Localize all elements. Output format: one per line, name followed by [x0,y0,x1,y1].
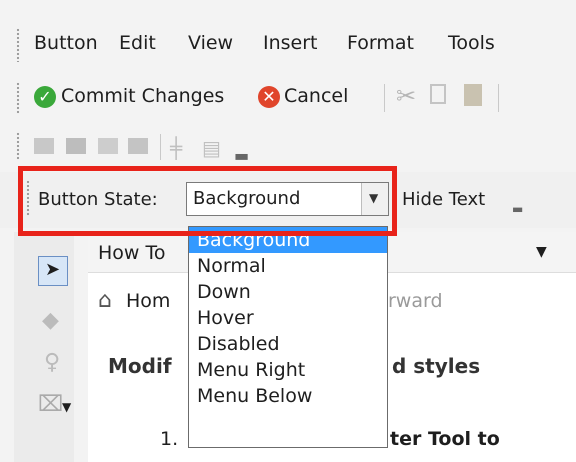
send-back-icon[interactable] [66,138,86,154]
home-link[interactable]: Hom [126,290,170,312]
standard-toolbar: ✓ Commit Changes ✕ Cancel ✂ [0,72,576,124]
menu-edit[interactable]: Edit [119,32,156,54]
fill-tool[interactable]: ◆ [38,308,68,338]
align-center-icon[interactable]: ╪ [170,136,182,160]
pointer-tool[interactable]: ➤ [38,256,68,286]
topic-combo-text: How To [98,242,166,264]
option-menu-below[interactable]: Menu Below [189,383,387,409]
toolbar-grip[interactable] [16,132,20,160]
cut-icon[interactable]: ✂ [396,82,416,110]
menu-view[interactable]: View [188,32,233,54]
lightbulb-icon: ♀ [44,350,61,375]
lightbulb-tool[interactable]: ♀ [38,350,68,380]
align-middle-icon[interactable]: ▤ [202,136,221,160]
cancel-button[interactable]: Cancel [284,85,348,107]
option-menu-right[interactable]: Menu Right [189,357,387,383]
menu-bar: Button Edit View Insert Format Tools [0,18,576,70]
option-hover[interactable]: Hover [189,305,387,331]
copy-icon[interactable] [430,84,446,104]
option-normal[interactable]: Normal [189,253,387,279]
list-number: 1. [160,428,179,450]
chevron-down-icon[interactable]: ▼ [536,244,547,260]
toolbar-separator [160,134,161,160]
toolbar-separator [384,84,385,112]
paste-icon[interactable] [464,84,482,106]
commit-changes-button[interactable]: Commit Changes [61,85,224,107]
list-text: ter Tool to [390,428,500,450]
button-state-options: Background Normal Down Hover Disabled Me… [188,226,388,448]
cancel-icon[interactable]: ✕ [258,86,280,108]
toolbar-grip[interactable] [16,82,20,114]
toolbar-overflow-icon[interactable]: ▬ [512,202,523,216]
heading-right: d styles [392,354,481,378]
menubar-grip[interactable] [16,28,20,62]
option-down[interactable]: Down [189,279,387,305]
bring-front-icon[interactable] [34,138,54,154]
option-disabled[interactable]: Disabled [189,331,387,357]
crop-tool[interactable]: ⌧ ▼ [38,392,72,422]
menu-format[interactable]: Format [347,32,414,54]
paint-bucket-icon: ◆ [42,308,59,333]
highlight-box [18,166,397,236]
forward-link[interactable]: rward [388,290,443,312]
home-icon[interactable]: ⌂ [98,288,112,313]
crop-icon: ⌧ [38,392,64,417]
heading-left: Modif [108,354,172,378]
chevron-down-icon: ▼ [62,400,72,414]
format-toolbar: ╪ ▤ ▬ [0,124,576,168]
menu-insert[interactable]: Insert [263,32,318,54]
tools-strip: ➤ ◆ ♀ ⌧ ▼ [14,232,74,462]
toolbar-overflow-icon[interactable]: ▬ [234,146,249,165]
hide-text-button[interactable]: Hide Text [402,189,485,210]
checkmark-icon[interactable]: ✓ [34,86,56,108]
menu-tools[interactable]: Tools [448,32,495,54]
bring-forward-icon[interactable] [98,138,118,154]
pointer-icon: ➤ [45,259,61,280]
menu-button[interactable]: Button [34,32,98,54]
send-backward-icon[interactable] [128,138,148,154]
toolbar-separator [498,84,499,112]
